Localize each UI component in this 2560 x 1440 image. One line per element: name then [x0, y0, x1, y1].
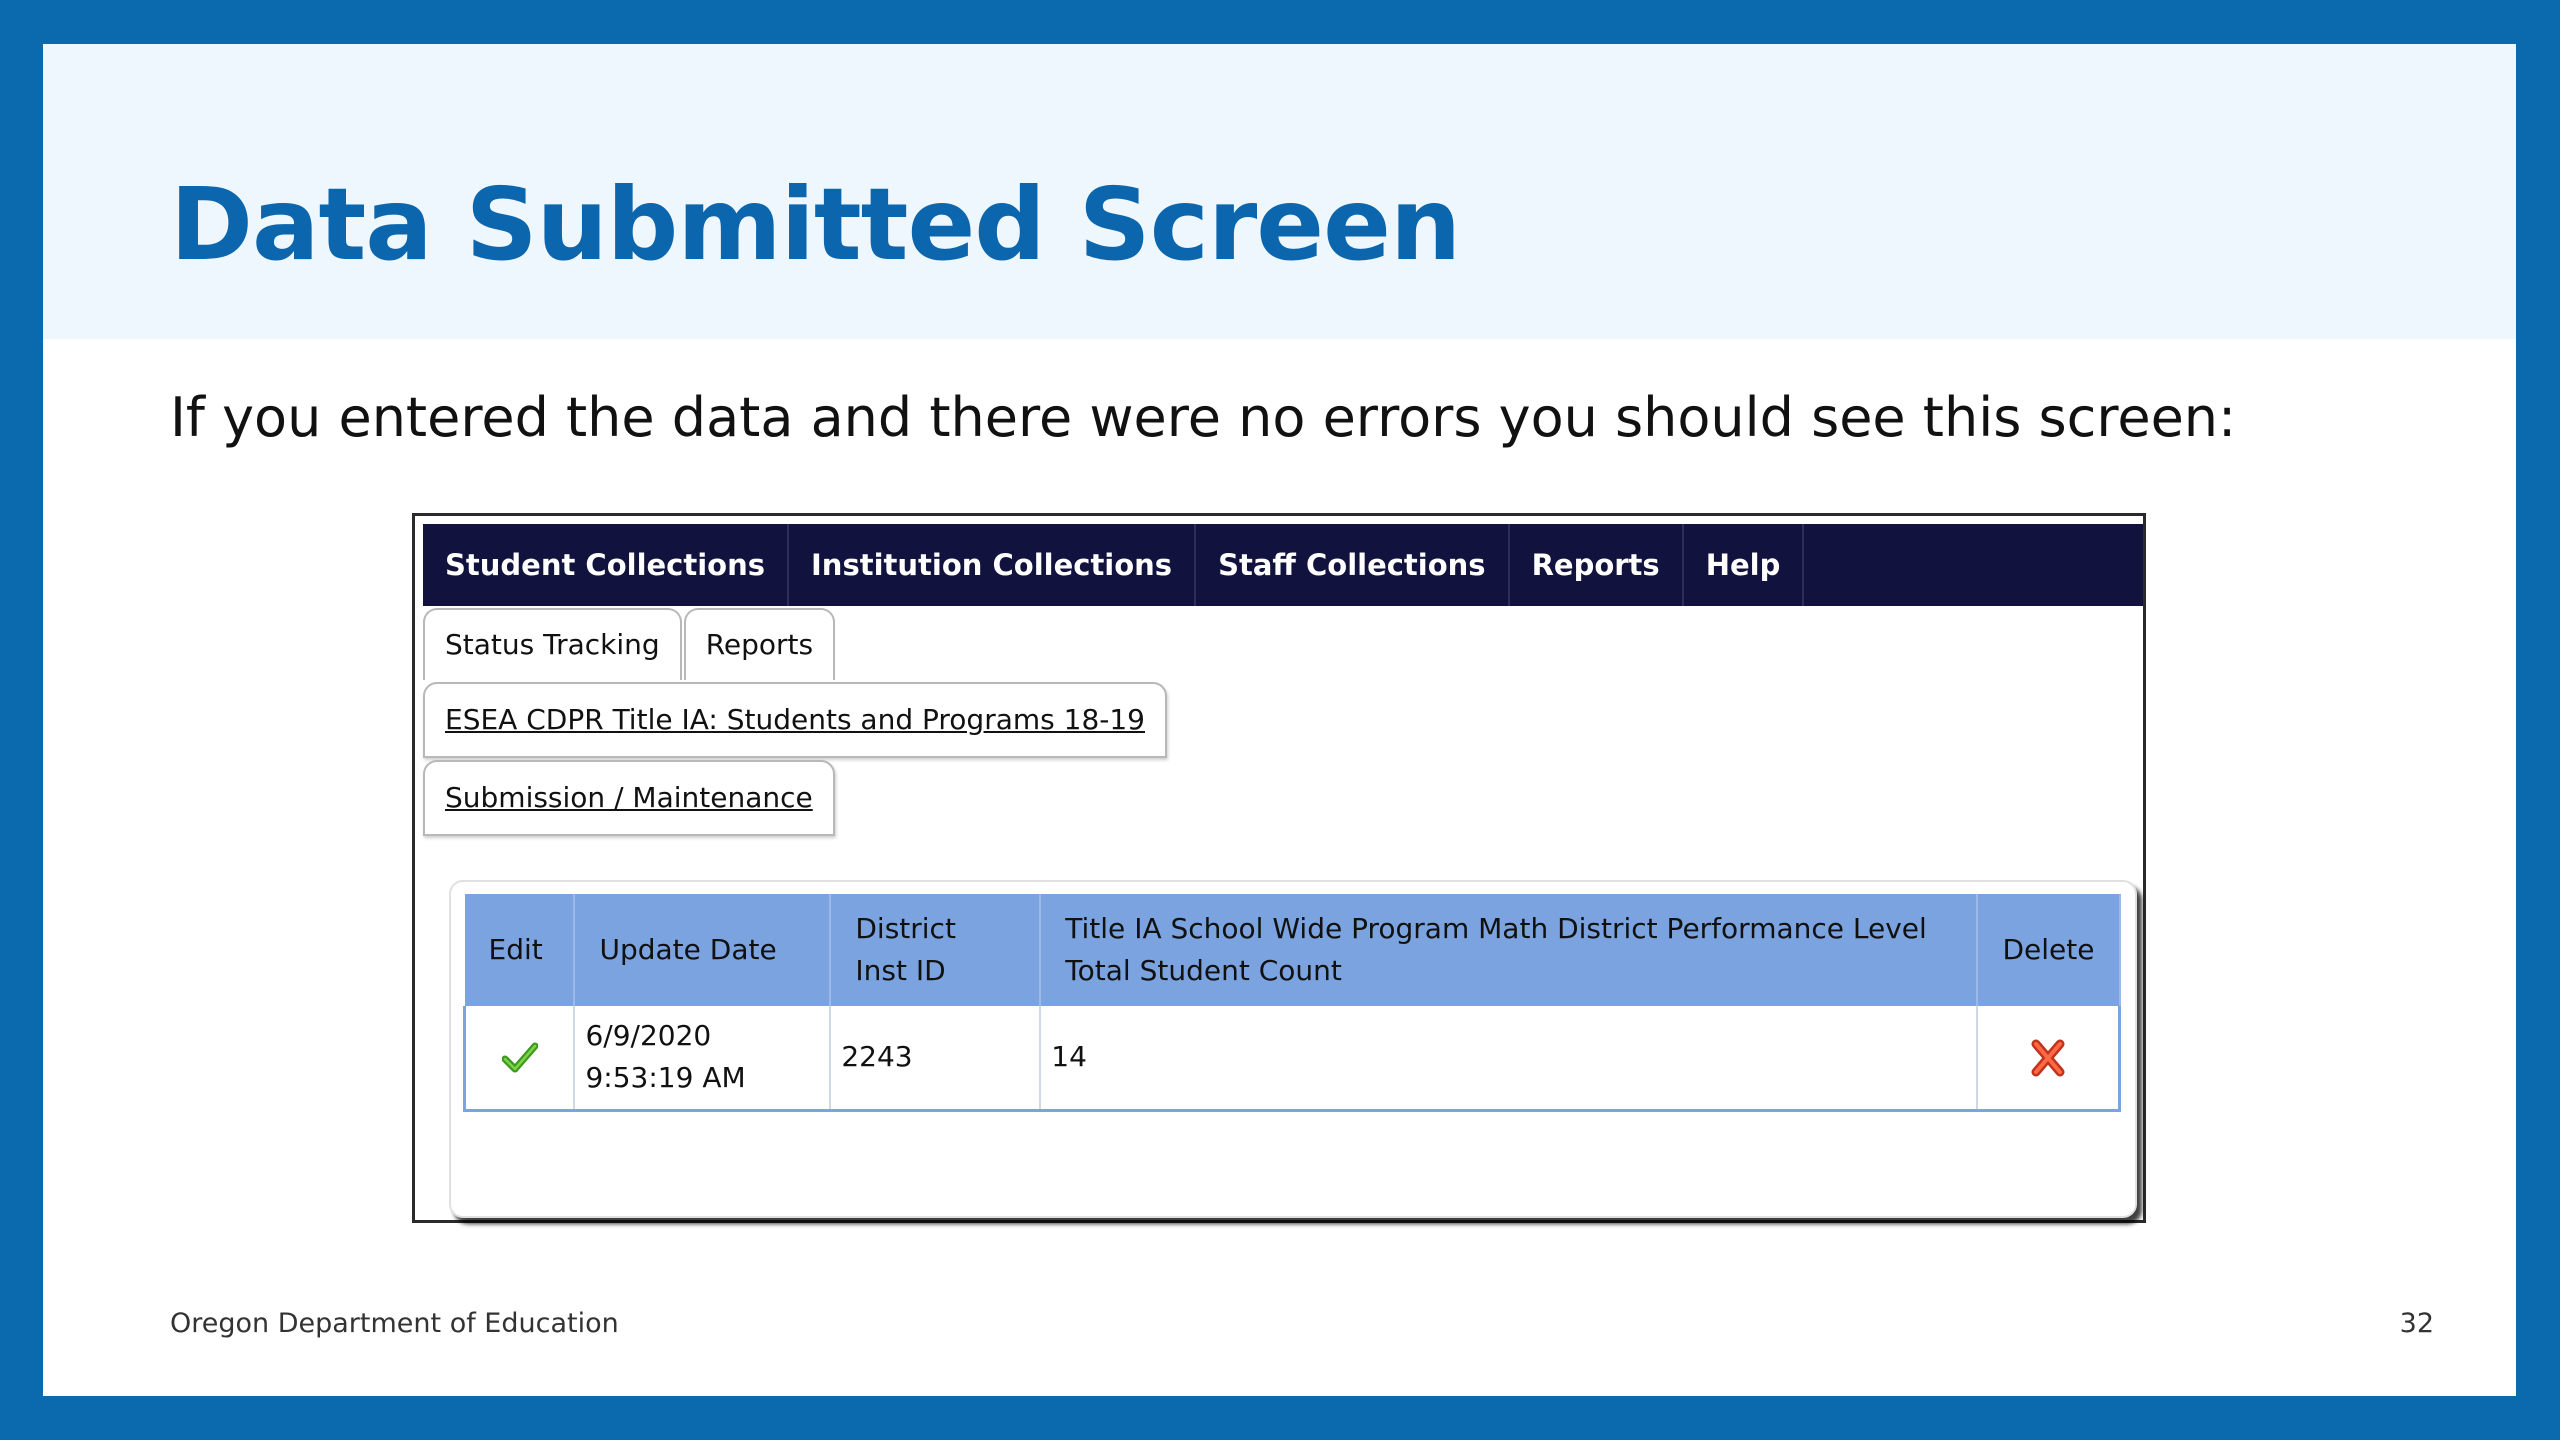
header-edit: Edit [464, 894, 576, 1006]
table-header-row: Edit Update Date District Inst ID Title … [464, 894, 2121, 1006]
district-inst-id-cell: 2243 [830, 1006, 1042, 1112]
footer-organization: Oregon Department of Education [170, 1308, 619, 1339]
app-screenshot: Student Collections Institution Collecti… [412, 513, 2146, 1223]
nav-reports[interactable]: Reports [1510, 524, 1684, 606]
slide-title: Data Submitted Screen [170, 166, 1461, 283]
nav-help[interactable]: Help [1684, 524, 1805, 606]
top-nav: Student Collections Institution Collecti… [423, 524, 2143, 606]
edit-cell [463, 1006, 576, 1112]
results-table: Edit Update Date District Inst ID Title … [463, 894, 2122, 1112]
tab-status-tracking[interactable]: Status Tracking [423, 608, 682, 680]
breadcrumb-collection-link[interactable]: ESEA CDPR Title IA: Students and Program… [423, 682, 1167, 758]
update-date-cell: 6/9/2020 9:53:19 AM [574, 1006, 832, 1112]
table-row: 6/9/2020 9:53:19 AM 2243 14 [463, 1006, 2122, 1112]
tab-reports[interactable]: Reports [683, 608, 836, 680]
checkmark-icon[interactable] [501, 1040, 538, 1073]
student-count-cell: 14 [1040, 1006, 1979, 1112]
header-district-inst-id: District Inst ID [830, 894, 1042, 1006]
delete-x-icon[interactable] [2031, 1039, 2065, 1077]
tab-row: Status Tracking Reports [423, 608, 837, 680]
nav-institution-collections[interactable]: Institution Collections [789, 524, 1197, 606]
nav-student-collections[interactable]: Student Collections [423, 524, 790, 606]
delete-cell [1977, 1006, 2122, 1112]
page-number: 32 [2399, 1308, 2434, 1339]
nav-staff-collections[interactable]: Staff Collections [1196, 524, 1510, 606]
header-student-count: Title IA School Wide Program Math Distri… [1040, 894, 1979, 1006]
header-delete: Delete [1977, 894, 2121, 1006]
breadcrumb-submission-link[interactable]: Submission / Maintenance [423, 760, 835, 836]
header-update-date: Update Date [574, 894, 832, 1006]
results-panel: Edit Update Date District Inst ID Title … [449, 880, 2137, 1218]
slide-subtitle: If you entered the data and there were n… [170, 386, 2237, 449]
slide: Data Submitted Screen If you entered the… [43, 44, 2516, 1396]
